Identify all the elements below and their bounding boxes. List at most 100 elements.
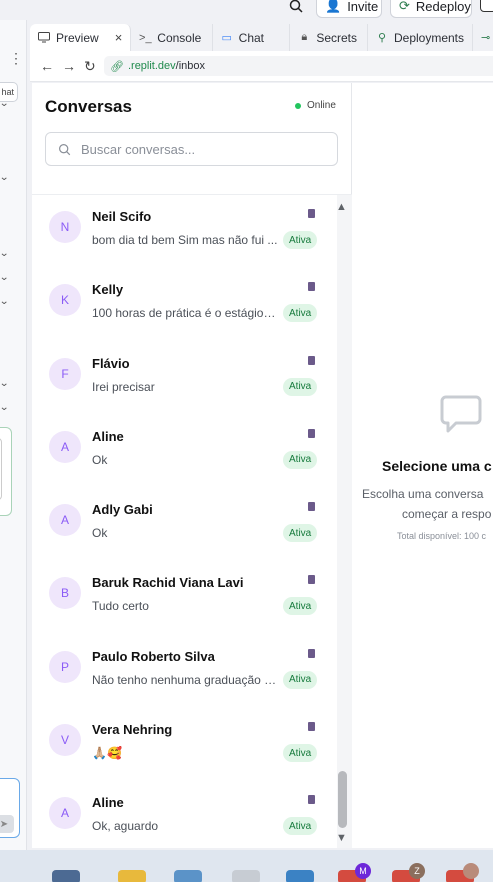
chevron-down-icon[interactable]: ⌄ <box>0 402 9 413</box>
avatar: N <box>49 211 81 243</box>
app-icon[interactable] <box>174 870 202 882</box>
close-icon[interactable]: × <box>115 30 123 45</box>
top-bar: 👤 Invite ⟳ Redeploy <box>0 0 493 20</box>
invite-button[interactable]: 👤 Invite <box>316 0 382 18</box>
forward-icon[interactable]: → <box>62 58 76 74</box>
tab-chat[interactable]: ▭ Chat <box>213 24 291 51</box>
avatar: K <box>49 284 81 317</box>
channel-icon <box>308 428 315 438</box>
search-box[interactable] <box>45 132 338 166</box>
conversation-item[interactable]: B Baruk Rachid Viana Lavi Tudo certo Ati… <box>32 561 337 634</box>
tab-more[interactable]: ⊸ <box>473 24 493 51</box>
chevron-down-icon[interactable]: ⌄ <box>0 296 9 307</box>
os-taskbar: M Z <box>0 850 493 882</box>
tab-console[interactable]: >_ Console <box>131 24 213 51</box>
app-icon[interactable] <box>232 870 260 882</box>
status-badge: Ativa <box>283 597 318 616</box>
deploy-icon: ⊸ <box>481 32 491 44</box>
terminal-icon: >_ <box>139 31 152 44</box>
page-title: Conversas <box>45 97 132 116</box>
conversation-item[interactable]: V Vera Nehring 🙏🏼🥰 Ativa <box>32 708 337 781</box>
avatar: B <box>49 577 81 610</box>
last-message: Ok, aguardo <box>92 819 159 834</box>
link-icon: 🔗︎ <box>110 60 124 73</box>
screen: 👤 Invite ⟳ Redeploy ⋮ hat ⌄ ⌄ ⌄ ⌄ ⌄ ⌄ ⌄ … <box>0 0 493 882</box>
chevron-down-icon[interactable]: ⌄ <box>0 272 9 283</box>
last-message: Tudo certo <box>92 599 149 614</box>
scrollbar-thumb[interactable] <box>338 771 347 828</box>
chat-icon: ▭ <box>221 32 232 44</box>
conversation-item[interactable]: A Aline Ok, aguardo Ativa <box>32 781 337 848</box>
conversation-item[interactable]: A Aline Ok Ativa <box>32 415 337 488</box>
status-badge: Ativa <box>283 450 318 469</box>
channel-icon <box>308 282 315 292</box>
last-message: Não tenho nenhuma graduação e... <box>92 672 278 687</box>
conversation-detail-panel: Selecione uma c Escolha uma conversa com… <box>352 83 493 848</box>
contact-name: Paulo Roberto Silva <box>92 648 215 664</box>
contact-name: Aline <box>92 795 124 811</box>
last-message: Irei precisar <box>92 379 155 394</box>
avatar: A <box>49 797 81 830</box>
conversation-item[interactable]: N Neil Scifo bom dia td bem Sim mas não … <box>32 195 337 268</box>
tab-preview[interactable]: Preview × <box>30 24 132 51</box>
status-badge: Ativa <box>283 524 318 543</box>
status-badge: Ativa <box>283 744 318 763</box>
channel-icon <box>308 502 315 512</box>
agent-card-content <box>0 438 2 500</box>
channel-icon <box>308 795 315 805</box>
conversation-item[interactable]: A Adly Gabi Ok Ativa <box>32 488 337 561</box>
workspace-tabs: Preview × >_ Console ▭ Chat 🔒︎ Secrets ⚲… <box>30 24 493 51</box>
empty-state-text: Escolha uma conversa <box>362 487 484 501</box>
reload-icon[interactable]: ↻ <box>84 58 96 75</box>
folder-icon[interactable] <box>118 870 146 882</box>
scroll-down-icon[interactable]: ▼ <box>336 832 347 844</box>
avatar: P <box>49 650 81 683</box>
chevron-down-icon[interactable]: ⌄ <box>0 98 9 109</box>
profile-icon[interactable] <box>480 0 493 12</box>
scroll-up-icon[interactable]: ▲ <box>336 201 347 213</box>
conversation-item[interactable]: F Flávio Irei precisar Ativa <box>32 342 337 415</box>
conversations-panel: Conversas Online N Neil Scifo bom dia td… <box>32 83 352 848</box>
redeploy-button[interactable]: ⟳ Redeploy <box>390 0 472 18</box>
chevron-down-icon[interactable]: ⌄ <box>0 378 9 389</box>
channel-icon <box>308 722 315 732</box>
search-icon[interactable] <box>288 0 304 14</box>
contact-name: Baruk Rachid Viana Lavi <box>92 575 244 591</box>
tab-deployments[interactable]: ⚲ Deployments <box>368 24 474 51</box>
search-input[interactable] <box>81 141 321 157</box>
avatar: V <box>49 724 81 757</box>
more-options-icon[interactable]: ⋮ <box>9 50 23 67</box>
profile-photo <box>463 863 479 879</box>
app-icon[interactable] <box>52 870 80 882</box>
lock-icon: 🔒︎ <box>301 31 308 43</box>
back-icon[interactable]: ← <box>40 58 54 74</box>
avatar: F <box>49 357 81 390</box>
channel-icon <box>308 209 315 218</box>
search-icon <box>59 143 71 155</box>
status-badge: Ativa <box>283 304 318 323</box>
last-message: bom dia td bem Sim mas não fui ... <box>92 233 278 247</box>
online-dot-icon <box>295 102 301 109</box>
deploy-icon: ⟳ <box>399 0 410 13</box>
profile-badge: M <box>355 863 371 879</box>
contact-name: Aline <box>92 428 124 444</box>
send-icon[interactable]: ➤ <box>0 815 14 833</box>
last-message: Ok <box>92 452 108 467</box>
status-badge: Online <box>295 100 336 111</box>
conversation-item[interactable]: K Kelly 100 horas de prática é o estágio… <box>32 268 337 341</box>
chevron-down-icon[interactable]: ⌄ <box>0 248 9 259</box>
notepad-icon[interactable] <box>286 870 314 882</box>
tab-secrets[interactable]: 🔒︎ Secrets <box>290 24 368 51</box>
chevron-down-icon[interactable]: ⌄ <box>0 172 9 183</box>
avatar: A <box>49 430 81 463</box>
conversation-item[interactable]: P Paulo Roberto Silva Não tenho nenhuma … <box>32 635 337 708</box>
scrollbar[interactable] <box>337 195 352 848</box>
empty-state-text: começar a respo <box>402 507 492 521</box>
avatar: A <box>49 504 81 537</box>
url-field[interactable]: 🔗︎ .replit.dev/inbox <box>104 56 493 76</box>
total-available: Total disponível: 100 c <box>397 531 487 541</box>
add-user-icon: 👤 <box>325 0 342 13</box>
contact-name: Flávio <box>92 355 130 371</box>
contact-name: Vera Nehring <box>92 722 173 738</box>
channel-icon <box>308 648 315 658</box>
